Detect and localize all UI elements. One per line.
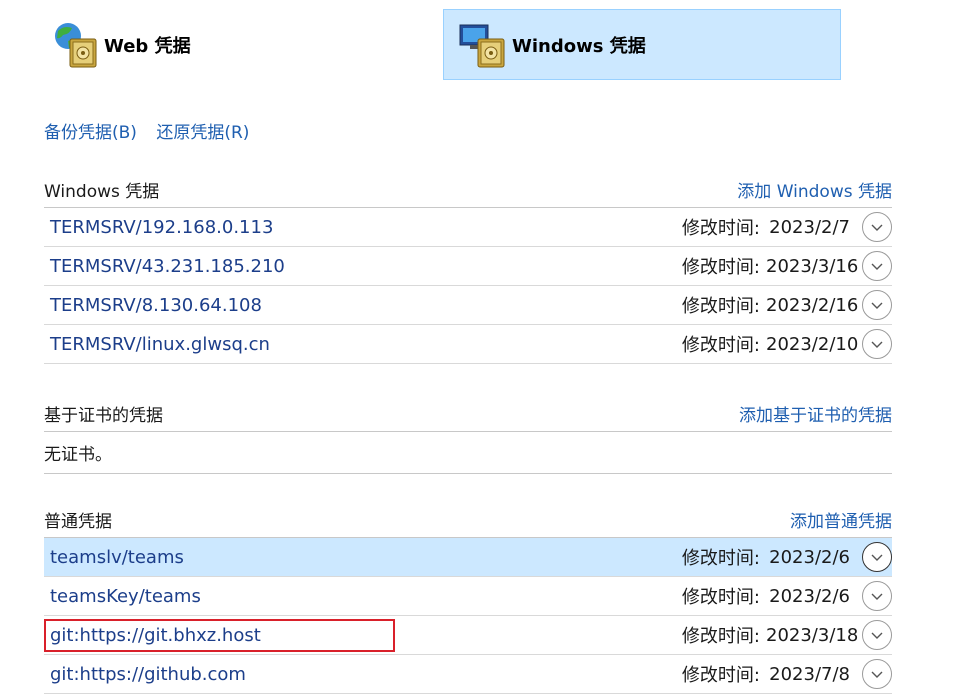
credential-name: git:https://github.com xyxy=(50,663,246,685)
credential-name: TERMSRV/linux.glwsq.cn xyxy=(50,333,270,355)
credential-meta: 修改时间: 2023/2/10 xyxy=(682,329,892,359)
chevron-down-icon xyxy=(871,263,883,270)
expand-button[interactable] xyxy=(862,542,892,572)
chevron-down-icon xyxy=(871,341,883,348)
chevron-down-icon xyxy=(871,593,883,600)
credential-meta: 修改时间: 2023/3/18 xyxy=(682,620,892,650)
windows-section-header: Windows 凭据 添加 Windows 凭据 xyxy=(44,171,892,208)
no-certificates-text: 无证书。 xyxy=(44,432,892,474)
expand-button[interactable] xyxy=(862,212,892,242)
windows-credentials-section: Windows 凭据 添加 Windows 凭据 TERMSRV/192.168… xyxy=(44,171,892,364)
modified-label: 修改时间: xyxy=(681,626,760,647)
credential-name: git:https://git.bhxz.host xyxy=(44,618,395,652)
modified-label: 修改时间: xyxy=(681,218,760,239)
modified-date: 2023/3/18 xyxy=(766,624,859,646)
generic-section-header: 普通凭据 添加普通凭据 xyxy=(44,501,892,538)
credential-name: teamslv/teams xyxy=(50,546,184,568)
tab-web-label: Web 凭据 xyxy=(104,35,191,57)
expand-button[interactable] xyxy=(862,329,892,359)
credential-name: TERMSRV/43.231.185.210 xyxy=(50,255,285,277)
add-windows-credential-link[interactable]: 添加 Windows 凭据 xyxy=(737,177,892,202)
backup-credentials-link[interactable]: 备份凭据(B) xyxy=(44,123,137,143)
tab-windows-label: Windows 凭据 xyxy=(512,35,646,57)
credential-meta: 修改时间: 2023/2/6 xyxy=(682,542,892,572)
add-certificate-credential-link[interactable]: 添加基于证书的凭据 xyxy=(739,401,892,426)
chevron-down-icon xyxy=(871,302,883,309)
credential-name: TERMSRV/192.168.0.113 xyxy=(50,216,274,238)
credential-row[interactable]: TERMSRV/43.231.185.210 修改时间: 2023/3/16 xyxy=(44,247,892,286)
tab-windows-credentials[interactable]: Windows 凭据 xyxy=(443,9,841,80)
globe-vault-icon xyxy=(50,19,102,71)
restore-credentials-link[interactable]: 还原凭据(R) xyxy=(156,123,249,143)
modified-label: 修改时间: xyxy=(681,587,760,608)
expand-button[interactable] xyxy=(862,581,892,611)
modified-date: 2023/3/16 xyxy=(766,255,859,277)
modified-date: 2023/2/7 xyxy=(769,216,850,238)
credential-row[interactable]: TERMSRV/192.168.0.113 修改时间: 2023/2/7 xyxy=(44,208,892,247)
certificate-section-title: 基于证书的凭据 xyxy=(44,405,163,426)
credential-name: teamsKey/teams xyxy=(50,585,201,607)
add-generic-credential-link[interactable]: 添加普通凭据 xyxy=(790,507,892,532)
certificate-credentials-section: 基于证书的凭据 添加基于证书的凭据 无证书。 xyxy=(44,395,892,474)
modified-label: 修改时间: xyxy=(681,665,760,686)
modified-date: 2023/2/6 xyxy=(769,546,850,568)
expand-button[interactable] xyxy=(862,251,892,281)
credential-meta: 修改时间: 2023/7/8 xyxy=(682,659,892,689)
modified-date: 2023/2/6 xyxy=(769,585,850,607)
credential-actions: 备份凭据(B) 还原凭据(R) xyxy=(44,118,249,143)
credential-meta: 修改时间: 2023/2/16 xyxy=(682,290,892,320)
chevron-down-icon xyxy=(871,554,883,561)
expand-button[interactable] xyxy=(862,659,892,689)
modified-date: 2023/7/8 xyxy=(769,663,850,685)
chevron-down-icon xyxy=(871,671,883,678)
credential-row[interactable]: teamsKey/teams 修改时间: 2023/2/6 xyxy=(44,577,892,616)
modified-date: 2023/2/10 xyxy=(766,333,859,355)
credential-row[interactable]: git:https://github.com 修改时间: 2023/7/8 xyxy=(44,655,892,694)
credential-meta: 修改时间: 2023/2/6 xyxy=(682,581,892,611)
chevron-down-icon xyxy=(871,224,883,231)
generic-section-title: 普通凭据 xyxy=(44,511,112,532)
monitor-vault-icon xyxy=(458,19,510,71)
credential-row[interactable]: teamslv/teams 修改时间: 2023/2/6 xyxy=(44,538,892,577)
expand-button[interactable] xyxy=(862,290,892,320)
chevron-down-icon xyxy=(871,632,883,639)
modified-label: 修改时间: xyxy=(681,296,760,317)
credential-meta: 修改时间: 2023/2/7 xyxy=(682,212,892,242)
expand-button[interactable] xyxy=(862,620,892,650)
modified-label: 修改时间: xyxy=(681,548,760,569)
modified-label: 修改时间: xyxy=(681,335,760,356)
credential-row[interactable]: git:https://git.bhxz.host 修改时间: 2023/3/18 xyxy=(44,616,892,655)
modified-label: 修改时间: xyxy=(681,257,760,278)
modified-date: 2023/2/16 xyxy=(766,294,859,316)
generic-credentials-section: 普通凭据 添加普通凭据 teamslv/teams 修改时间: 2023/2/6 te… xyxy=(44,501,892,694)
credential-row[interactable]: TERMSRV/8.130.64.108 修改时间: 2023/2/16 xyxy=(44,286,892,325)
credential-row[interactable]: TERMSRV/linux.glwsq.cn 修改时间: 2023/2/10 xyxy=(44,325,892,364)
certificate-section-header: 基于证书的凭据 添加基于证书的凭据 xyxy=(44,395,892,432)
credential-name: TERMSRV/8.130.64.108 xyxy=(50,294,262,316)
windows-section-title: Windows 凭据 xyxy=(44,181,160,202)
credential-meta: 修改时间: 2023/3/16 xyxy=(682,251,892,281)
tab-web-credentials[interactable]: Web 凭据 xyxy=(44,9,442,80)
